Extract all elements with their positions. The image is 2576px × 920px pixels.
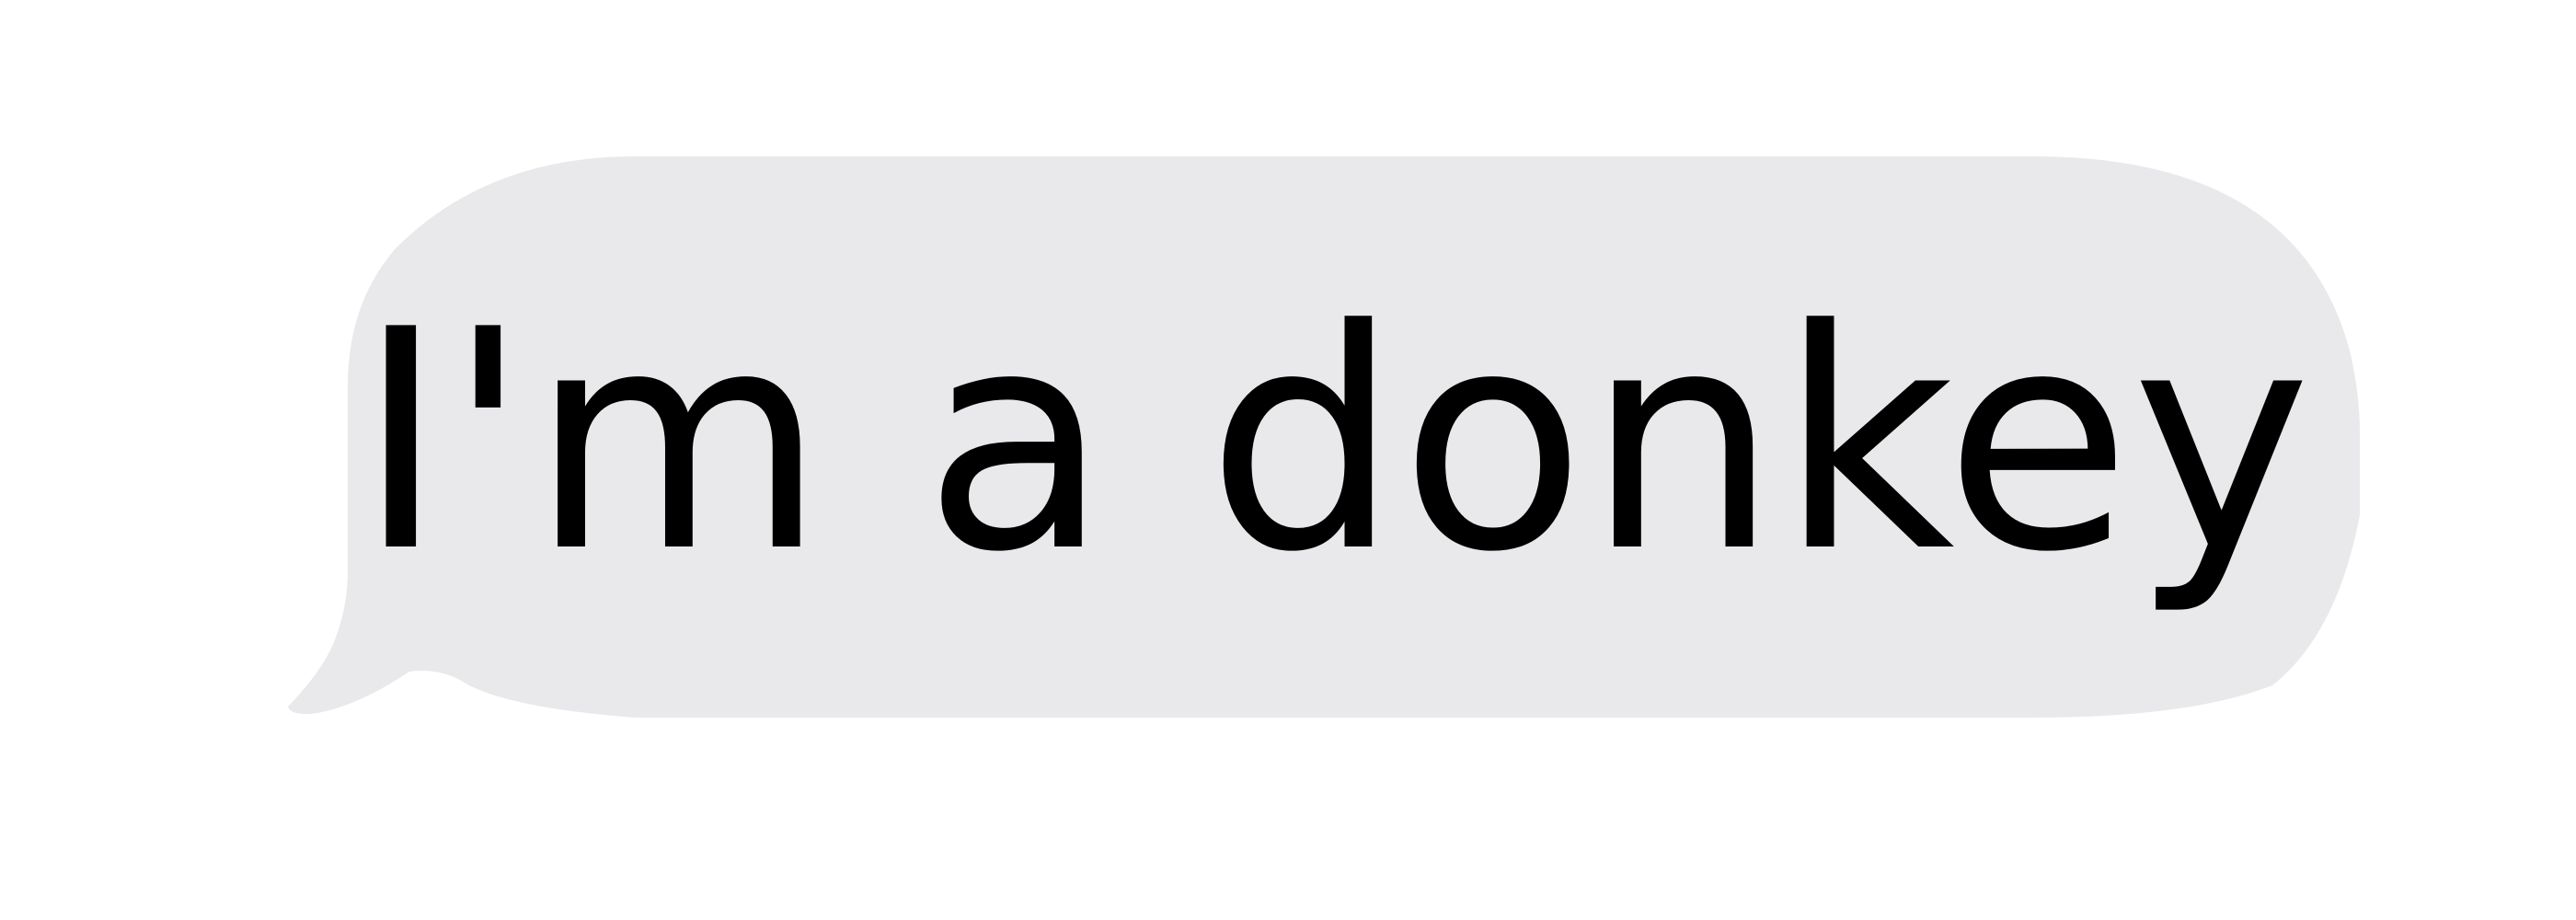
message-bubble[interactable]: I'm a donkey (0, 0, 2576, 920)
message-text: I'm a donkey (356, 265, 2312, 618)
